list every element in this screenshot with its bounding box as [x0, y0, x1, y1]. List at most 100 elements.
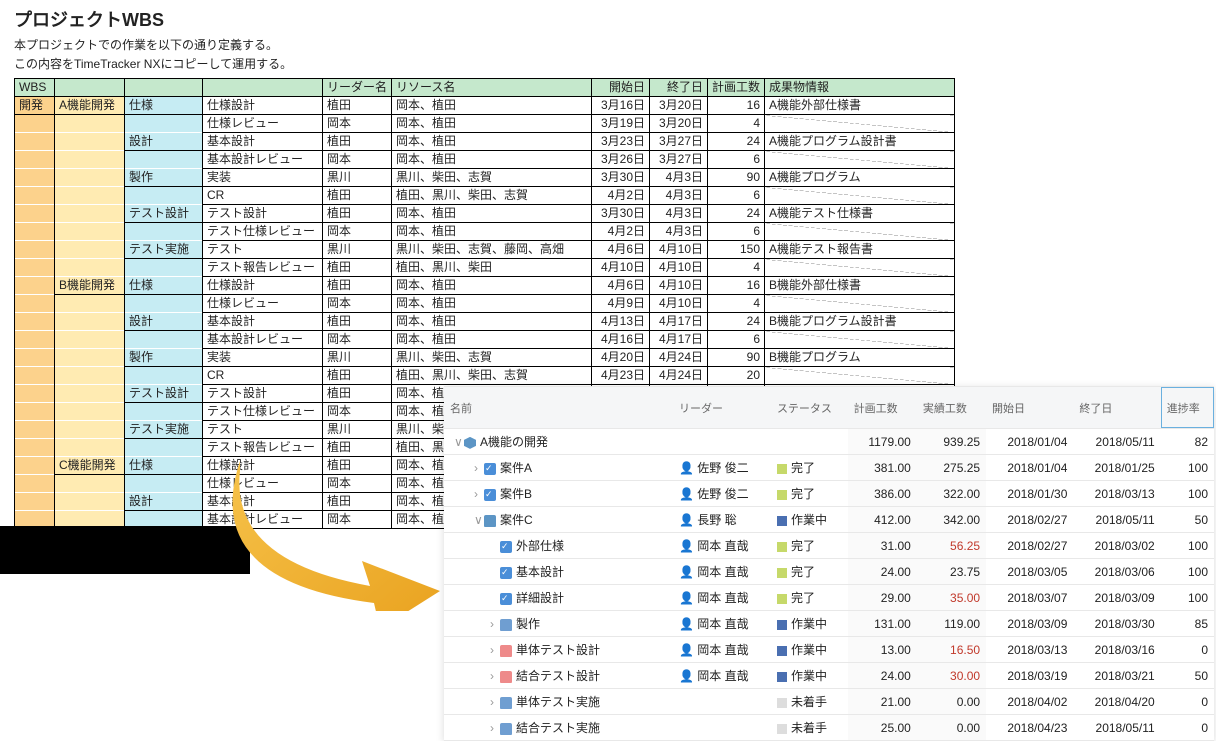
- expand-toggle[interactable]: ›: [490, 695, 500, 709]
- col-end[interactable]: 終了日: [1073, 387, 1160, 429]
- sheet-cell: 岡本: [323, 223, 392, 241]
- sheet-cell: B機能外部仕様書: [765, 277, 955, 295]
- sheet-cell: [55, 331, 125, 349]
- task-name: A機能の開発: [480, 435, 548, 449]
- sheet-cell: [55, 313, 125, 331]
- leader-cell: 👤 岡本 直哉: [673, 611, 771, 637]
- sheet-cell: B機能プログラム設計書: [765, 313, 955, 331]
- task-row[interactable]: ∨案件C👤 長野 聡作業中412.00342.002018/02/272018/…: [444, 507, 1214, 533]
- col-start[interactable]: 開始日: [986, 387, 1073, 429]
- sheet-cell: [125, 403, 203, 421]
- col-status[interactable]: ステータス: [771, 387, 848, 429]
- task-name: 案件B: [500, 487, 532, 501]
- expand-toggle[interactable]: ›: [490, 721, 500, 735]
- expand-toggle[interactable]: ›: [490, 669, 500, 683]
- sheet-cell: [55, 241, 125, 259]
- rate-cell: 100: [1161, 585, 1214, 611]
- sheet-cell: 仕様: [125, 277, 203, 295]
- expand-toggle[interactable]: ›: [490, 617, 500, 631]
- sheet-cell: 基本設計レビュー: [203, 151, 323, 169]
- sheet-cell: 黒川、柴田、志賀: [392, 169, 592, 187]
- sheet-cell: 4月16日: [592, 331, 650, 349]
- expand-toggle[interactable]: ›: [490, 643, 500, 657]
- subtitle-1: 本プロジェクトでの作業を以下の通り定義する。: [14, 36, 1202, 53]
- page-title: プロジェクトWBS: [14, 6, 1202, 32]
- sheet-cell: 4月17日: [650, 331, 708, 349]
- sheet-row: テスト報告レビュー植田植田、黒川、柴田4月10日4月10日4: [15, 259, 955, 277]
- task-row[interactable]: 基本設計👤 岡本 直哉完了24.0023.752018/03/052018/03…: [444, 559, 1214, 585]
- sheet-header: 計画工数: [708, 79, 765, 97]
- status-icon: [777, 516, 787, 526]
- sheet-cell: 岡本、植田: [392, 313, 592, 331]
- sheet-cell: 仕様: [125, 457, 203, 475]
- date-cell: 2018/01/25: [1073, 455, 1160, 481]
- sheet-cell: 黒川: [323, 421, 392, 439]
- sheet-cell: CR: [203, 367, 323, 385]
- sheet-cell: [15, 493, 55, 511]
- expand-toggle[interactable]: ›: [474, 461, 484, 475]
- sheet-cell: 3月26日: [592, 151, 650, 169]
- col-leader[interactable]: リーダー: [673, 387, 771, 429]
- sheet-cell: B機能プログラム: [765, 349, 955, 367]
- sheet-cell: [15, 115, 55, 133]
- sheet-cell: [55, 115, 125, 133]
- sheet-cell: テスト設計: [125, 205, 203, 223]
- sheet-cell: 製作: [125, 169, 203, 187]
- sheet-header: [203, 79, 323, 97]
- task-row[interactable]: ›製作👤 岡本 直哉作業中131.00119.002018/03/092018/…: [444, 611, 1214, 637]
- person-icon: 👤: [679, 643, 697, 657]
- num-cell: 30.00: [917, 663, 986, 689]
- person-icon: 👤: [679, 591, 697, 605]
- col-rate[interactable]: 進捗率: [1161, 387, 1214, 429]
- task-row[interactable]: ›単体テスト実施未着手21.000.002018/04/022018/04/20…: [444, 689, 1214, 715]
- sheet-cell: 4月20日: [592, 349, 650, 367]
- rate-cell: 100: [1161, 559, 1214, 585]
- sheet-cell: 16: [708, 97, 765, 115]
- expand-toggle[interactable]: ∨: [474, 513, 484, 527]
- sheet-cell: 4月13日: [592, 313, 650, 331]
- sheet-cell: 岡本、植田: [392, 97, 592, 115]
- col-name[interactable]: 名前: [444, 387, 673, 429]
- num-cell: 412.00: [848, 507, 917, 533]
- task-row[interactable]: 外部仕様👤 岡本 直哉完了31.0056.252018/02/272018/03…: [444, 533, 1214, 559]
- task-row[interactable]: 詳細設計👤 岡本 直哉完了29.0035.002018/03/072018/03…: [444, 585, 1214, 611]
- sheet-cell: 植田: [323, 133, 392, 151]
- task-row[interactable]: ›結合テスト実施未着手25.000.002018/04/232018/05/11…: [444, 715, 1214, 741]
- sheet-cell: [15, 331, 55, 349]
- sheet-cell: 6: [708, 331, 765, 349]
- num-cell: 0.00: [917, 689, 986, 715]
- expand-toggle[interactable]: ∨: [454, 435, 464, 449]
- status-icon: [777, 646, 787, 656]
- rate-cell: 100: [1161, 481, 1214, 507]
- task-row[interactable]: ∨A機能の開発1179.00939.252018/01/042018/05/11…: [444, 429, 1214, 455]
- sheet-cell: 岡本: [323, 295, 392, 313]
- col-plan[interactable]: 計画工数: [848, 387, 917, 429]
- sheet-cell: テスト実施: [125, 241, 203, 259]
- sheet-cell: 4月10日: [650, 277, 708, 295]
- col-actual[interactable]: 実績工数: [917, 387, 986, 429]
- sheet-cell: 実装: [203, 349, 323, 367]
- sheet-cell: テスト仕様レビュー: [203, 403, 323, 421]
- num-cell: 31.00: [848, 533, 917, 559]
- person-icon: 👤: [679, 461, 697, 475]
- sheet-cell: 4月9日: [592, 295, 650, 313]
- date-cell: 2018/03/19: [986, 663, 1073, 689]
- date-cell: 2018/03/05: [986, 559, 1073, 585]
- sheet-cell: [15, 169, 55, 187]
- sheet-cell: A機能プログラム: [765, 169, 955, 187]
- sheet-row: 基本設計レビュー岡本岡本、植田3月26日3月27日6: [15, 151, 955, 169]
- task-row[interactable]: ›結合テスト設計👤 岡本 直哉作業中24.0030.002018/03/1920…: [444, 663, 1214, 689]
- sheet-cell: 仕様レビュー: [203, 475, 323, 493]
- task-row[interactable]: ›単体テスト設計👤 岡本 直哉作業中13.0016.502018/03/1320…: [444, 637, 1214, 663]
- task-row[interactable]: ›案件B👤 佐野 俊二完了386.00322.002018/01/302018/…: [444, 481, 1214, 507]
- task-name: 案件C: [500, 513, 533, 527]
- expand-toggle[interactable]: ›: [474, 487, 484, 501]
- leader-cell: 👤 佐野 俊二: [673, 455, 771, 481]
- date-cell: 2018/04/23: [986, 715, 1073, 741]
- sheet-cell: [15, 187, 55, 205]
- task-row[interactable]: ›案件A👤 佐野 俊二完了381.00275.252018/01/042018/…: [444, 455, 1214, 481]
- status-icon: [777, 698, 787, 708]
- num-cell: 131.00: [848, 611, 917, 637]
- sheet-row: B機能開発仕様仕様設計植田岡本、植田4月6日4月10日16B機能外部仕様書: [15, 277, 955, 295]
- sheet-cell: 90: [708, 349, 765, 367]
